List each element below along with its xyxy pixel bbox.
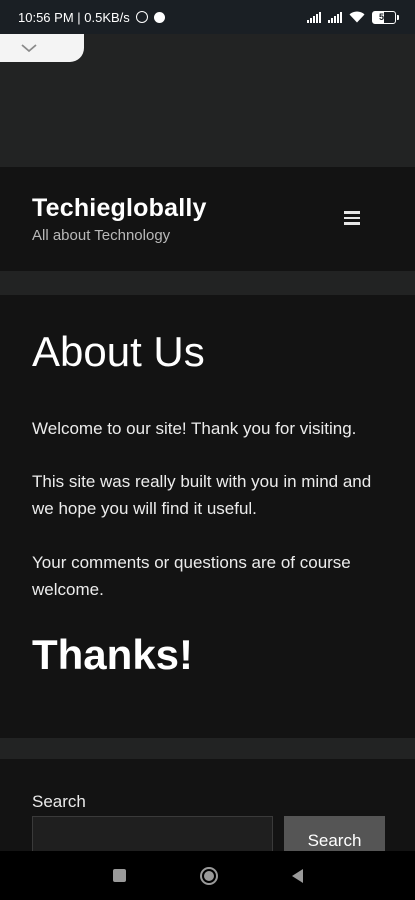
status-time-speed: 10:56 PM | 0.5KB/s [18, 9, 130, 25]
signal-icon [307, 11, 321, 23]
system-nav-bar [0, 851, 415, 900]
pull-down-tab[interactable] [0, 34, 84, 62]
status-bar-left: 10:56 PM | 0.5KB/s [18, 10, 165, 25]
alarm-icon [135, 11, 148, 23]
home-circle-icon[interactable] [199, 866, 218, 885]
status-bar-right: 53 [307, 10, 399, 24]
search-button[interactable]: Search [284, 816, 385, 852]
paragraph-welcome: Welcome to our site! Thank you for visit… [32, 419, 357, 438]
back-triangle-icon[interactable] [291, 868, 303, 883]
signal-icon-2 [328, 11, 342, 23]
battery-level: 53 [372, 10, 396, 24]
closing-heading: Thanks! [32, 631, 194, 678]
paragraph-built-for-you: This site was really built with you in m… [32, 472, 372, 518]
site-tagline: All about Technology [32, 227, 171, 244]
hamburger-menu-icon[interactable] [344, 209, 364, 227]
recents-square-icon[interactable] [112, 869, 126, 882]
page-title: About Us [32, 328, 205, 375]
status-bar: 10:56 PM | 0.5KB/s 53 [0, 0, 415, 34]
chevron-down-icon [21, 44, 37, 53]
site-title[interactable]: Techieglobally [32, 194, 207, 223]
search-label: Search [32, 792, 86, 811]
notification-icon [153, 11, 165, 23]
battery-icon: 53 [372, 10, 399, 24]
paragraph-comments: Your comments or questions are of course… [32, 553, 351, 599]
wifi-icon [349, 11, 365, 23]
search-input[interactable] [32, 816, 273, 852]
